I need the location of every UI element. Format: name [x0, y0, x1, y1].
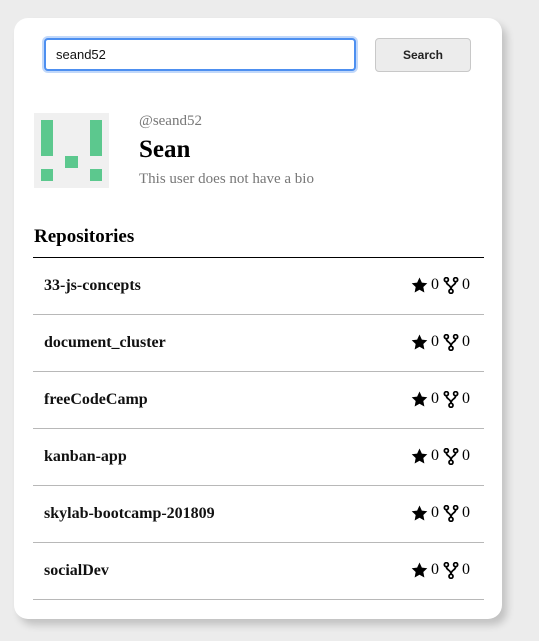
fork-count: 0 — [462, 447, 470, 464]
star-icon — [411, 334, 428, 350]
fork-count: 0 — [462, 390, 470, 407]
star-count: 0 — [431, 504, 439, 521]
fork-icon — [443, 504, 459, 522]
fork-count: 0 — [462, 561, 470, 578]
repository-row[interactable]: skylab-bootcamp-201809 0 0 — [33, 486, 484, 543]
fork-icon — [443, 561, 459, 579]
fork-count: 0 — [462, 333, 470, 350]
star-count: 0 — [431, 276, 439, 293]
repository-row[interactable]: kanban-app 0 0 — [33, 429, 484, 486]
repository-name[interactable]: kanban-app — [44, 448, 127, 466]
repositories-heading: Repositories — [34, 226, 135, 247]
repository-stats: 00 — [411, 390, 474, 408]
repository-stats: 00 — [411, 333, 474, 351]
display-name: Sean — [139, 136, 191, 163]
fork-icon — [443, 447, 459, 465]
bio: This user does not have a bio — [139, 171, 314, 187]
repository-stats: 00 — [411, 447, 474, 465]
repository-list: 33-js-concepts 0 0 document_cluster 0 0 freeCo… — [33, 257, 484, 600]
fork-icon — [443, 390, 459, 408]
star-count: 0 — [431, 333, 439, 350]
repository-stats: 00 — [411, 561, 474, 579]
repository-row[interactable]: freeCodeCamp 0 0 — [33, 372, 484, 429]
star-count: 0 — [431, 390, 439, 407]
star-icon — [411, 562, 428, 578]
search-button[interactable]: Search — [375, 38, 471, 72]
star-icon — [411, 277, 428, 293]
username: @seand52 — [139, 113, 202, 129]
fork-icon — [443, 276, 459, 294]
repository-stats: 00 — [411, 504, 474, 522]
fork-count: 0 — [462, 276, 470, 293]
repository-name[interactable]: document_cluster — [44, 334, 166, 352]
repository-name[interactable]: 33-js-concepts — [44, 277, 141, 295]
repository-row[interactable]: socialDev 0 0 — [33, 543, 484, 600]
fork-count: 0 — [462, 504, 470, 521]
repository-row[interactable]: 33-js-concepts 0 0 — [33, 258, 484, 315]
repository-name[interactable]: skylab-bootcamp-201809 — [44, 505, 215, 523]
repository-name[interactable]: freeCodeCamp — [44, 391, 148, 409]
star-icon — [411, 448, 428, 464]
repository-name[interactable]: socialDev — [44, 562, 109, 580]
star-icon — [411, 391, 428, 407]
repository-row[interactable]: document_cluster 0 0 — [33, 315, 484, 372]
star-icon — [411, 505, 428, 521]
repository-stats: 00 — [411, 276, 474, 294]
avatar — [34, 113, 109, 188]
search-input[interactable] — [44, 38, 356, 71]
star-count: 0 — [431, 561, 439, 578]
profile-card: Search @seand52 Sean This user does not … — [14, 18, 502, 619]
star-count: 0 — [431, 447, 439, 464]
fork-icon — [443, 333, 459, 351]
